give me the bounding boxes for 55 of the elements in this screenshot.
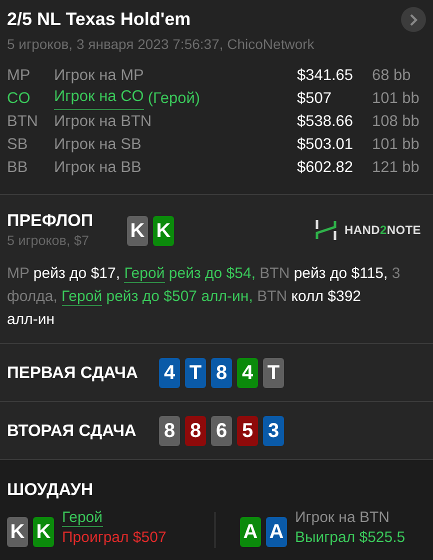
section-title: ВТОРАЯ СДАЧА: [7, 422, 138, 440]
playing-card: A: [266, 517, 287, 547]
section-title: ШОУДАУН: [7, 480, 94, 500]
hand-info: 5 игроков, 3 января 2023 7:56:37, ChicoNetwork: [7, 36, 316, 52]
big-blinds: 121 bb: [372, 158, 420, 178]
section-title: ПРЕФЛОП: [7, 211, 94, 231]
position-label: SB: [7, 135, 29, 155]
player-name: Игрок на SB: [54, 135, 142, 155]
hero-link[interactable]: Герой: [62, 509, 103, 527]
section-info: 5 игроков, $7: [7, 233, 90, 248]
big-blinds: 68 bb: [372, 66, 412, 86]
player-name: Игрок на BTN: [54, 112, 152, 132]
action-summary: MP рейз до $17, Герой рейз до $54, BTN рейз до $115, 3 фолда, Герой рейз до $507 алл-ин, BTN колл $392 алл-ин: [7, 264, 402, 330]
stack-amount: $602.82: [297, 158, 354, 178]
chevron-icon: [408, 14, 418, 26]
section-title: ПЕРВАЯ СДАЧА: [7, 364, 139, 382]
playing-card: T: [185, 358, 206, 388]
stack-amount: $538.66: [297, 112, 354, 132]
hero-link[interactable]: Герой: [124, 265, 165, 283]
stack-amount: $503.01: [297, 135, 354, 155]
logo-icon: [314, 219, 337, 241]
playing-card: 8: [159, 416, 180, 446]
hero-label: (Герой): [148, 89, 200, 109]
playing-card: 3: [263, 416, 284, 446]
player-name: Игрок на BB: [54, 158, 142, 178]
playing-card: A: [240, 517, 261, 547]
player-name: Игрок на MP: [54, 66, 144, 86]
position-label: BTN: [7, 112, 39, 132]
big-blinds: 101 bb: [372, 89, 420, 109]
big-blinds: 108 bb: [372, 112, 420, 132]
playing-card: K: [127, 216, 148, 246]
playing-card: 4: [159, 358, 180, 388]
playing-card: K: [153, 216, 174, 246]
playing-card: 4: [237, 358, 258, 388]
player-name: Игрок на BTN: [295, 509, 390, 526]
next-button[interactable]: [401, 7, 426, 32]
playing-card: T: [263, 358, 284, 388]
playing-card: 8: [185, 416, 206, 446]
playing-card: K: [33, 517, 54, 547]
big-blinds: 101 bb: [372, 135, 420, 155]
position-label: CO: [7, 89, 32, 109]
playing-card: K: [7, 517, 28, 547]
result-text: Выиграл $525.5: [295, 528, 406, 548]
stack-amount: $341.65: [297, 66, 354, 86]
stack-amount: $507: [297, 89, 332, 109]
playing-card: 5: [237, 416, 258, 446]
logo-text: HAND2NOTE: [344, 223, 421, 237]
result-text: Проиграл $507: [62, 528, 166, 548]
playing-card: 6: [211, 416, 232, 446]
position-label: BB: [7, 158, 29, 178]
position-label: MP: [7, 66, 32, 86]
playing-card: 8: [211, 358, 232, 388]
hand-title: 2/5 NL Texas Hold'em: [7, 9, 191, 30]
hero-link[interactable]: Герой: [62, 288, 102, 306]
player-link[interactable]: Игрок на CO: [54, 87, 144, 110]
